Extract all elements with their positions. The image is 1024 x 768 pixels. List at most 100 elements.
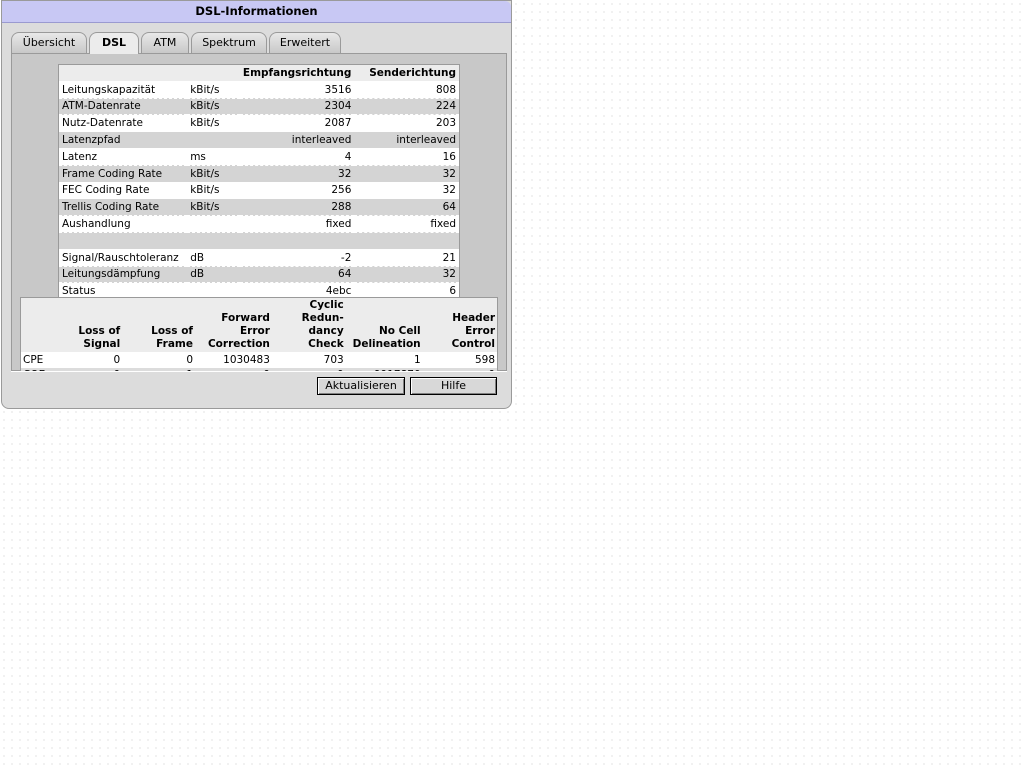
dsl-row: Aushandlung fixed fixed (58, 215, 460, 233)
tab-uebersicht[interactable]: Übersicht (11, 32, 87, 53)
dsl-row-tx: 203 (354, 114, 460, 133)
dsl-row-label: Signal/Rauschtoleranz (58, 249, 188, 267)
dsl-row: Signal/Rauschtoleranz dB -2 21 (58, 249, 460, 267)
dsl-row-unit: dB (187, 266, 240, 284)
dsl-row-rx: 288 (239, 198, 355, 217)
error-value: 0 (48, 352, 123, 368)
error-col-header: Cyclic Redun-dancy Check (271, 297, 346, 352)
tab-content-dsl: Empfangsrichtung Senderichtung Leitungsk… (11, 53, 507, 384)
tab-erweitert[interactable]: Erweitert (269, 32, 341, 53)
dsl-row-unit: kBit/s (187, 182, 240, 200)
error-value: 1 (345, 352, 423, 368)
dsl-row: Nutz-Datenrate kBit/s 2087 203 (58, 114, 460, 133)
dsl-row-unit: kBit/s (187, 165, 240, 183)
dsl-row: Trellis Coding Rate kBit/s 288 64 (58, 198, 460, 217)
error-col-header-line2: dancy Check (308, 325, 344, 350)
dsl-row-label: Leitungsdämpfung (58, 266, 188, 284)
error-col-header: Loss of Signal (48, 297, 123, 352)
tab-dsl[interactable]: DSL (89, 32, 139, 54)
error-col-header-line2: Control (451, 338, 495, 350)
dsl-row-label: Nutz-Datenrate (58, 114, 188, 133)
dsl-row: Latenzpfad interleaved interleaved (58, 131, 460, 149)
error-value: 1030483 (195, 352, 272, 368)
dsl-row-label: Latenzpfad (58, 131, 188, 149)
dsl-row-rx: 64 (239, 266, 355, 284)
dsl-row-rx: interleaved (239, 131, 355, 149)
error-row: CPE 0 0 1030483 703 1 598 (20, 352, 498, 368)
dsl-row-tx: 808 (354, 81, 460, 99)
dsl-row: Frame Coding Rate kBit/s 32 32 (58, 165, 460, 183)
dsl-row-rx: 3516 (239, 81, 355, 99)
dsl-row-unit: dB (187, 249, 240, 267)
error-value: 598 (422, 352, 498, 368)
error-col-header-line1: Loss of (78, 325, 121, 337)
error-col-header-line2: Frame (156, 338, 193, 350)
dsl-row: ATM-Datenrate kBit/s 2304 224 (58, 98, 460, 116)
dsl-info-panel: DSL-Informationen Übersicht DSL ATM Spek… (1, 0, 512, 409)
dsl-row-tx: 32 (354, 165, 460, 183)
dsl-row-label: Leitungskapazität (58, 81, 188, 99)
help-button[interactable]: Hilfe (410, 377, 497, 395)
error-col-header-line1: Loss of (151, 325, 193, 337)
header-rx: Empfangsrichtung (239, 64, 355, 82)
error-col-header: Loss of Frame (122, 297, 195, 352)
dsl-row-unit: kBit/s (187, 198, 240, 217)
dsl-row-unit: kBit/s (187, 81, 240, 99)
dsl-row-label: ATM-Datenrate (58, 98, 188, 116)
dsl-row-unit (187, 131, 240, 149)
error-col-header-line1: Cyclic Redun- (301, 299, 344, 324)
dsl-header-row: Empfangsrichtung Senderichtung (58, 64, 460, 82)
dsl-row-rx: 2304 (239, 98, 355, 116)
dsl-row (58, 232, 460, 250)
error-value: 703 (271, 352, 346, 368)
dsl-row-label: Frame Coding Rate (58, 165, 188, 183)
error-header-row: Loss of Signal Loss of Frame Forward Error Co… (20, 297, 498, 352)
dsl-row-label: Latenz (58, 148, 188, 166)
dsl-row-tx: 224 (354, 98, 460, 116)
error-col-header-line2: Delineation (352, 338, 421, 350)
dsl-row-unit: ms (187, 148, 240, 166)
error-col-header: No Cell Delineation (345, 297, 423, 352)
dsl-row-rx: 256 (239, 182, 355, 200)
error-row-label: CPE (20, 352, 49, 368)
dsl-row-unit: kBit/s (187, 114, 240, 133)
dsl-row-rx: fixed (239, 215, 355, 233)
dsl-row-rx: -2 (239, 249, 355, 267)
window-title: DSL-Informationen (2, 1, 511, 23)
dsl-row-rx: 2087 (239, 114, 355, 133)
tab-spektrum[interactable]: Spektrum (191, 32, 267, 53)
dsl-row-rx: 4 (239, 148, 355, 166)
dsl-row-tx: fixed (354, 215, 460, 233)
dsl-row-tx: 32 (354, 266, 460, 284)
dsl-row-label (58, 232, 188, 250)
dsl-row-tx: 21 (354, 249, 460, 267)
dsl-row-unit (187, 232, 240, 250)
dsl-row-rx: 32 (239, 165, 355, 183)
error-col-header: Forward Error Correction (195, 297, 272, 352)
dsl-row-tx (354, 232, 460, 250)
button-bar: Aktualisieren Hilfe (11, 371, 507, 401)
dsl-row: Latenz ms 4 16 (58, 148, 460, 166)
dsl-row-tx: interleaved (354, 131, 460, 149)
dsl-row-tx: 32 (354, 182, 460, 200)
tab-atm[interactable]: ATM (141, 32, 189, 53)
error-col-header-line2: Signal (83, 338, 121, 350)
dsl-row: Leitungsdämpfung dB 64 32 (58, 266, 460, 284)
dsl-values-table: Empfangsrichtung Senderichtung Leitungsk… (58, 64, 460, 301)
dsl-row-unit (187, 215, 240, 233)
dsl-row-label: FEC Coding Rate (58, 182, 188, 200)
error-col-header-line1: Header Error (452, 312, 495, 337)
error-col-header-line1: No Cell (378, 325, 421, 337)
dsl-row: FEC Coding Rate kBit/s 256 32 (58, 182, 460, 200)
error-col-header: Header Error Control (422, 297, 498, 352)
header-tx: Senderichtung (354, 64, 460, 82)
dsl-row-label: Trellis Coding Rate (58, 198, 188, 217)
dsl-row-label: Aushandlung (58, 215, 188, 233)
refresh-button[interactable]: Aktualisieren (317, 377, 405, 395)
dsl-row-tx: 16 (354, 148, 460, 166)
dsl-row-tx: 64 (354, 198, 460, 217)
dsl-row-unit: kBit/s (187, 98, 240, 116)
dsl-row: Leitungskapazität kBit/s 3516 808 (58, 81, 460, 99)
dsl-row-rx (239, 232, 355, 250)
error-col-header-line2: Correction (207, 338, 270, 350)
